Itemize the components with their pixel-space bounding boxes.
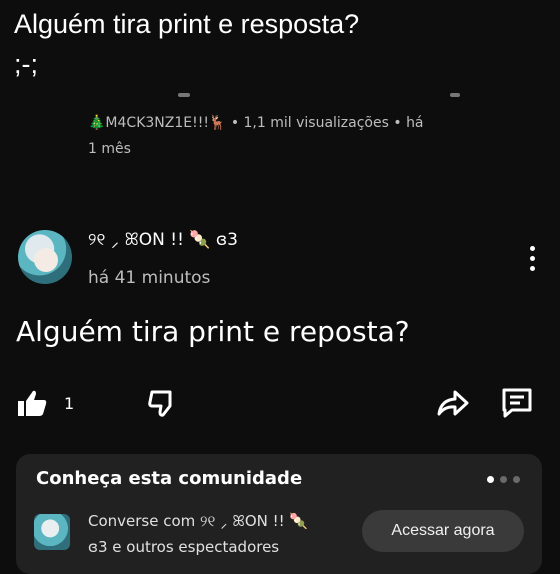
more-vertical-icon[interactable] [530, 246, 536, 276]
cropped-text-fragment [178, 93, 190, 97]
community-card-title: Conheça esta comunidade [36, 468, 303, 489]
like-button[interactable] [16, 382, 48, 424]
previous-meta-line-1: 🎄M4CK3NZ1E!!!🦌 • 1,1 mil visualizações •… [88, 115, 424, 131]
caption-line-2: ;-; [14, 49, 38, 79]
comment-actions: 1 [0, 382, 560, 424]
community-avatar [34, 514, 70, 550]
community-card: Conheça esta comunidade Converse com ୨୧ … [16, 454, 542, 574]
access-now-button[interactable]: Acessar agora [362, 510, 524, 552]
community-text-line-2: ɞ3 e outros espectadores [88, 538, 280, 556]
comment-username[interactable]: ୨୧ ⸝ ꕤON !! 🍡 ɞ3 [88, 226, 238, 254]
carousel-dot[interactable] [500, 476, 507, 483]
carousel-indicator [487, 476, 520, 483]
community-card-text: Converse com ୨୧ ⸝ ꕤON !! 🍡 ɞ3 e outros e… [88, 508, 348, 560]
community-text-line-1: Converse com ୨୧ ⸝ ꕤON !! 🍡 [88, 512, 309, 530]
reply-button[interactable] [500, 382, 534, 424]
thumbs-down-icon [148, 390, 172, 417]
carousel-dot[interactable] [487, 476, 494, 483]
cropped-text-fragment [450, 93, 460, 97]
post-caption: Alguém tira print e resposta? ;-; [14, 4, 554, 84]
thumbs-up-icon [18, 390, 47, 416]
avatar[interactable] [18, 230, 72, 284]
carousel-dot[interactable] [513, 476, 520, 483]
like-count: 1 [64, 393, 75, 413]
share-button[interactable] [436, 382, 470, 424]
caption-line-1: Alguém tira print e resposta? [14, 9, 360, 39]
previous-meta-line-2: 1 mês [88, 141, 131, 157]
comment-icon [502, 388, 532, 418]
share-icon [437, 390, 469, 416]
comment-timestamp: há 41 minutos [88, 268, 211, 288]
dislike-button[interactable] [146, 382, 178, 424]
previous-comment-meta: 🎄M4CK3NZ1E!!!🦌 • 1,1 mil visualizações •… [88, 110, 528, 162]
comment-text: Alguém tira print e reposta? [16, 315, 410, 348]
